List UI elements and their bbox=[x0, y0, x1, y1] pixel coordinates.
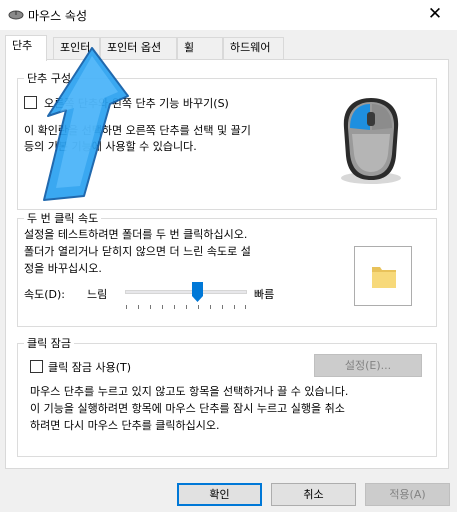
overlay-arrow-icon bbox=[43, 47, 129, 201]
